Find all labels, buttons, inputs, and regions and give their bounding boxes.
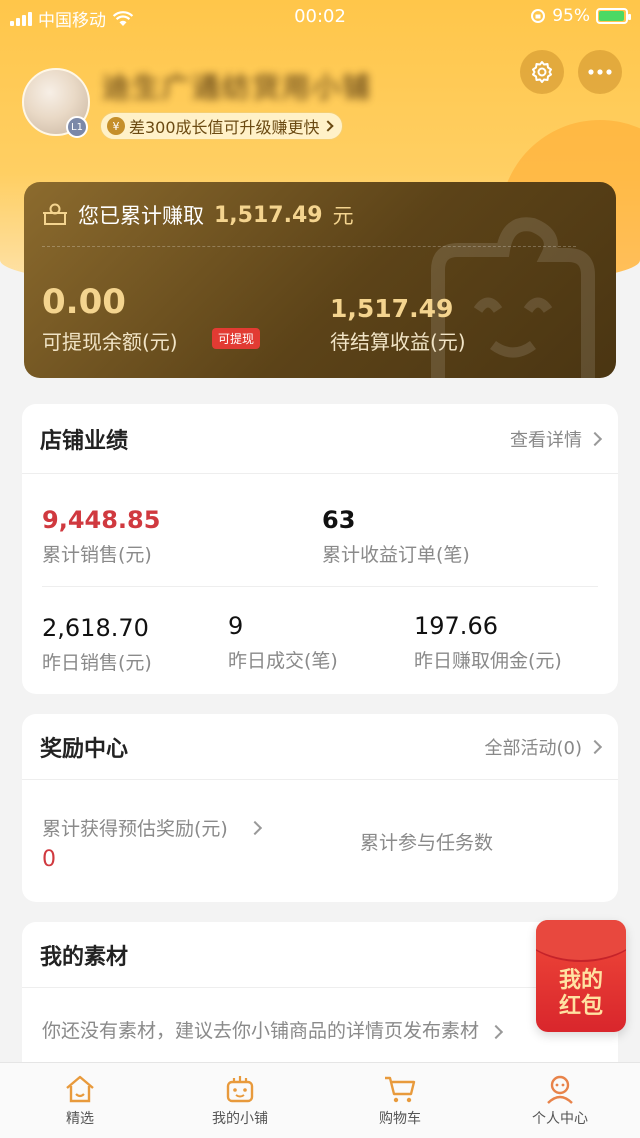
total-earnings: 您已累计赚取 1,517.49 元 <box>42 200 354 230</box>
total-earnings-label: 您已累计赚取 <box>78 204 204 228</box>
pending-value: 1,517.49 <box>330 294 454 323</box>
pending-label: 待结算收益(元) <box>330 330 466 354</box>
total-earnings-value: 1,517.49 <box>214 202 323 228</box>
total-orders-label: 累计收益订单(笔) <box>322 544 470 566</box>
more-icon <box>588 69 612 75</box>
user-icon <box>547 1075 573 1104</box>
my-materials-card: 我的素材 你还没有素材，建议去你小铺商品的详情页发布素材 <box>22 922 618 1082</box>
tab-cart[interactable]: 购物车 <box>320 1063 480 1138</box>
yesterday-deals-label: 昨日成交(笔) <box>228 650 338 672</box>
total-orders: 63 累计收益订单(笔) <box>322 506 470 567</box>
divider <box>42 586 598 587</box>
chevron-right-icon <box>587 739 603 754</box>
yesterday-deals-value: 9 <box>228 612 244 640</box>
yesterday-commission: 197.66 昨日赚取佣金(元) <box>414 612 562 673</box>
materials-header: 我的素材 <box>22 922 618 988</box>
settings-button[interactable] <box>520 50 564 94</box>
yesterday-commission-label: 昨日赚取佣金(元) <box>414 650 562 672</box>
balance-value: 0.00 <box>42 282 126 322</box>
total-sales-label: 累计销售(元) <box>42 544 152 566</box>
cart-icon <box>385 1076 416 1102</box>
estimated-reward[interactable]: 累计获得预估奖励(元) 0 <box>42 814 262 872</box>
tab-my-shop[interactable]: 我的小铺 <box>160 1063 320 1138</box>
reward-title: 奖励中心 <box>40 736 129 762</box>
battery-percent: 95% <box>552 6 590 26</box>
wallet-icon <box>43 203 67 225</box>
all-activities-label: 全部活动(0) <box>484 737 583 759</box>
view-details-link[interactable]: 查看详情 <box>510 426 603 452</box>
tab-my-shop-label: 我的小铺 <box>212 1110 268 1127</box>
performance-header: 店铺业绩 查看详情 <box>22 404 618 474</box>
status-bar: 中国移动 00:02 95% <box>0 0 640 34</box>
total-earnings-unit: 元 <box>332 204 354 228</box>
tasks-joined-label: 累计参与任务数 <box>360 832 494 854</box>
reward-center-card: 奖励中心 全部活动(0) 累计获得预估奖励(元) 0 累计参与任务数 <box>22 714 618 902</box>
materials-empty-link[interactable]: 你还没有素材，建议去你小铺商品的详情页发布素材 <box>42 1016 504 1043</box>
chevron-right-icon <box>488 1024 504 1040</box>
yesterday-sales: 2,618.70 昨日销售(元) <box>42 614 152 675</box>
tab-featured[interactable]: 精选 <box>0 1063 160 1138</box>
tab-featured-label: 精选 <box>66 1110 94 1127</box>
estimated-reward-label: 累计获得预估奖励(元) <box>42 818 228 840</box>
upgrade-tip-text: 差300成长值可升级赚更快 <box>129 118 320 137</box>
tab-profile[interactable]: 个人中心 <box>480 1063 640 1138</box>
chevron-right-icon <box>247 820 262 835</box>
yesterday-deals: 9 昨日成交(笔) <box>228 612 338 673</box>
tab-profile-label: 个人中心 <box>532 1110 588 1127</box>
shop-name: 迪生广通纺货用小铺 <box>102 71 373 104</box>
chevron-right-icon <box>587 431 603 446</box>
red-packet-line2: 红包 <box>558 994 603 1019</box>
reward-header: 奖励中心 全部活动(0) <box>22 714 618 780</box>
status-right: 95% <box>530 6 631 26</box>
balance-label: 可提现余额(元) <box>42 330 178 354</box>
yesterday-sales-label: 昨日销售(元) <box>42 652 152 674</box>
all-activities-link[interactable]: 全部活动(0) <box>484 734 603 760</box>
level-badge: L1 <box>66 116 88 138</box>
earnings-card[interactable]: 您已累计赚取 1,517.49 元 0.00 可提现余额(元) 可提现 1,51… <box>24 182 616 378</box>
total-sales: 9,448.85 累计销售(元) <box>42 506 160 567</box>
shop-icon <box>226 1075 254 1102</box>
yesterday-sales-value: 2,618.70 <box>42 614 149 642</box>
materials-title: 我的素材 <box>40 944 129 970</box>
total-orders-value: 63 <box>322 506 356 534</box>
home-icon <box>66 1075 94 1102</box>
tasks-joined: 累计参与任务数 <box>360 828 493 855</box>
shop-performance-card: 店铺业绩 查看详情 9,448.85 累计销售(元) 63 累计收益订单(笔) … <box>22 404 618 694</box>
materials-empty-text: 你还没有素材，建议去你小铺商品的详情页发布素材 <box>42 1020 480 1042</box>
coin-icon: ¥ <box>107 117 125 135</box>
divider <box>42 246 576 247</box>
estimated-reward-value: 0 <box>42 847 56 872</box>
red-packet-line1: 我的 <box>558 968 603 993</box>
red-packet-label: 我的 红包 <box>536 968 626 1020</box>
total-sales-value: 9,448.85 <box>42 506 161 534</box>
view-details-label: 查看详情 <box>510 429 582 451</box>
tab-cart-label: 购物车 <box>379 1110 421 1127</box>
withdraw-badge[interactable]: 可提现 <box>212 328 261 349</box>
tab-bar: 精选 我的小铺 购物车 个人中心 <box>0 1062 640 1138</box>
chevron-right-icon <box>321 120 334 132</box>
upgrade-tip-button[interactable]: ¥ 差300成长值可升级赚更快 <box>100 112 343 140</box>
gear-icon <box>532 61 552 83</box>
performance-title: 店铺业绩 <box>40 428 129 454</box>
red-packet-button[interactable]: 我的 红包 <box>536 920 626 1032</box>
orientation-lock-icon <box>531 9 546 23</box>
more-button[interactable] <box>578 50 622 94</box>
battery-icon <box>596 8 631 24</box>
yesterday-commission-value: 197.66 <box>414 612 498 640</box>
